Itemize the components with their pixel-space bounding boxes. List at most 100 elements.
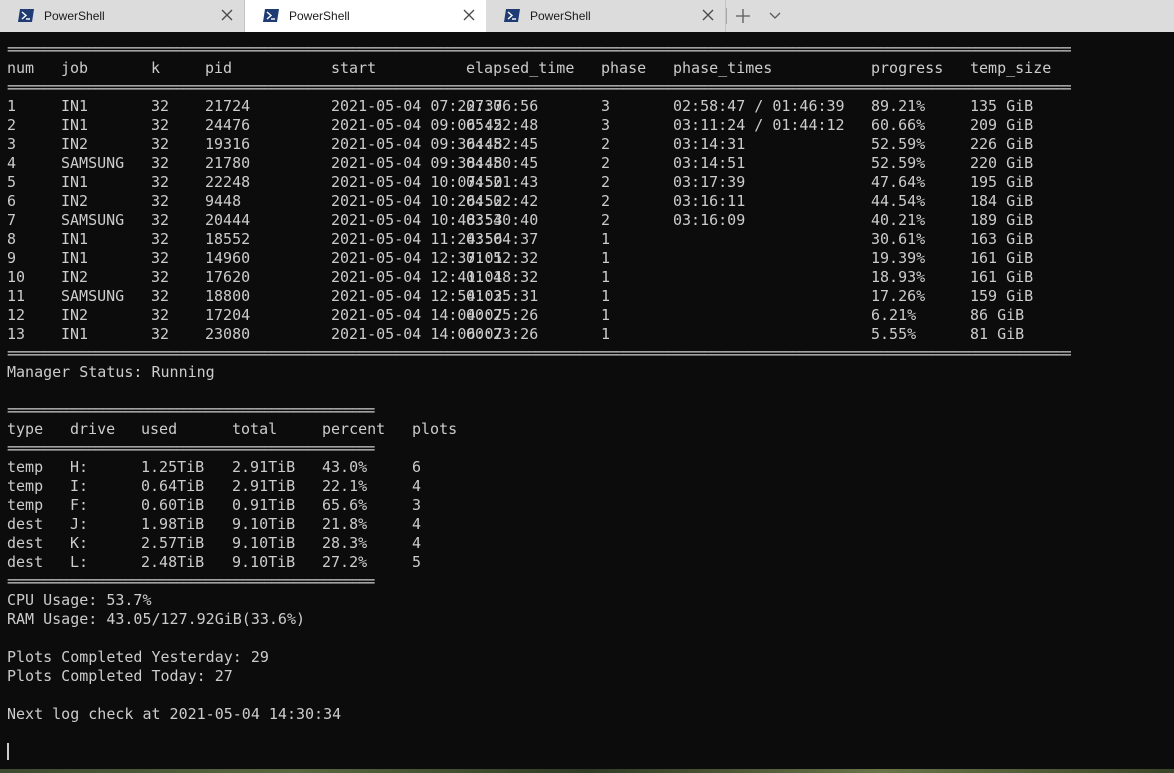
cell: temp	[7, 458, 44, 476]
cell: IN2	[61, 135, 89, 153]
cell: 32	[151, 306, 170, 324]
cell: 22.1%	[322, 477, 368, 495]
cell: 2.48TiB	[141, 553, 205, 571]
cell: 2.91TiB	[232, 477, 296, 495]
chevron-down-icon	[769, 12, 781, 19]
cell: 05:22:48	[466, 116, 539, 134]
cell: IN2	[61, 306, 89, 324]
cell: H:	[70, 458, 89, 476]
cell: 220 GiB	[970, 154, 1034, 172]
cell: SAMSUNG	[61, 154, 125, 172]
cell: IN2	[61, 192, 89, 210]
cell: 5	[7, 173, 17, 191]
cell: 2	[7, 116, 17, 134]
column-header: used	[141, 420, 178, 438]
close-icon[interactable]	[218, 6, 236, 24]
cell: 1.25TiB	[141, 458, 205, 476]
job-row: 4 SAMSUNG 32 21780 2021-05-04 09:38:48 04:50:…	[7, 154, 1174, 173]
cell: dest	[7, 515, 44, 533]
cell: 03:04:37	[466, 230, 539, 248]
terminal-output[interactable]: ========================================…	[7, 40, 1174, 769]
tab-powershell-1[interactable]: PowerShell	[0, 0, 245, 32]
cell: K:	[70, 534, 89, 552]
cell: 81 GiB	[970, 325, 1025, 343]
cell: 32	[151, 325, 170, 343]
cell: 9.10TiB	[232, 534, 296, 552]
cell: 00:23:26	[466, 325, 539, 343]
cell: 4	[412, 515, 422, 533]
close-icon[interactable]	[460, 6, 478, 24]
job-row: 12 IN2 32 17204 2021-05-04 14:04:07 00:25:26 1…	[7, 306, 1174, 325]
manager-status: Manager Status: Running	[7, 363, 215, 381]
cell: 17204	[205, 306, 251, 324]
cell: IN1	[61, 173, 89, 191]
cell: IN1	[61, 230, 89, 248]
cell: 44.54%	[871, 192, 926, 210]
cell: 03:17:39	[673, 173, 746, 191]
drive-row: temp H: 1.25TiB 2.91TiB 43.0% 6	[7, 458, 1174, 477]
cell: temp	[7, 496, 44, 514]
cell: 03:14:31	[673, 135, 746, 153]
job-row: 5 IN1 32 22248 2021-05-04 10:07:50 04:21:43 2 0…	[7, 173, 1174, 192]
tab-powershell-3[interactable]: PowerShell	[486, 0, 726, 32]
cell: 40.21%	[871, 211, 926, 229]
cell: 3	[7, 135, 17, 153]
job-row: 1 IN1 32 21724 2021-05-04 07:22:37 07:06:56 3 0…	[7, 97, 1174, 116]
text-cursor	[7, 743, 9, 760]
job-row: 11 SAMSUNG 32 18800 2021-05-04 12:54:02 01:35…	[7, 287, 1174, 306]
powershell-icon	[504, 9, 520, 22]
cell: 5	[412, 553, 422, 571]
drives-separator-mid: ========================================…	[7, 439, 375, 457]
close-icon[interactable]	[699, 6, 717, 24]
cell: 03:16:09	[673, 211, 746, 229]
cell: dest	[7, 553, 44, 571]
cell: F:	[70, 496, 89, 514]
tab-powershell-2[interactable]: PowerShell	[245, 0, 486, 32]
cell: 89.21%	[871, 97, 926, 115]
drive-row: temp F: 0.60TiB 0.91TiB 65.6% 3	[7, 496, 1174, 515]
cell: 60.66%	[871, 116, 926, 134]
drive-row: temp I: 0.64TiB 2.91TiB 22.1% 4	[7, 477, 1174, 496]
new-tab-button[interactable]	[727, 0, 759, 32]
cell: 3	[601, 97, 611, 115]
cell: 01:48:32	[466, 268, 539, 286]
column-header: elapsed_time	[466, 59, 575, 77]
column-header: temp_size	[970, 59, 1052, 77]
cell: 03:11:24 / 01:44:12	[673, 116, 845, 134]
drives-separator-bottom: ========================================…	[7, 572, 375, 590]
cell: 0.64TiB	[141, 477, 205, 495]
cell: 1	[601, 325, 611, 343]
cell: IN1	[61, 97, 89, 115]
column-header: drive	[70, 420, 116, 438]
cell: 32	[151, 268, 170, 286]
cell: 6.21%	[871, 306, 917, 324]
cell: SAMSUNG	[61, 211, 125, 229]
cell: IN2	[61, 268, 89, 286]
cell: 00:25:26	[466, 306, 539, 324]
tab-dropdown-button[interactable]	[759, 0, 791, 32]
cell: 14960	[205, 249, 251, 267]
cell: 04:21:43	[466, 173, 539, 191]
cell: 1	[7, 97, 17, 115]
cell: 03:16:11	[673, 192, 746, 210]
cell: 209 GiB	[970, 116, 1034, 134]
cell: 189 GiB	[970, 211, 1034, 229]
cell: IN1	[61, 249, 89, 267]
cell: 5.55%	[871, 325, 917, 343]
cell: temp	[7, 477, 44, 495]
cell: 161 GiB	[970, 268, 1034, 286]
cell: 32	[151, 173, 170, 191]
cell: 135 GiB	[970, 97, 1034, 115]
cell: 32	[151, 154, 170, 172]
cell: 27.2%	[322, 553, 368, 571]
cell: 47.64%	[871, 173, 926, 191]
job-row: 7 SAMSUNG 32 20444 2021-05-04 10:48:53 03:40:…	[7, 211, 1174, 230]
cell: 65.6%	[322, 496, 368, 514]
cell: 3	[412, 496, 422, 514]
powershell-icon	[18, 9, 34, 22]
cell: 9448	[205, 192, 242, 210]
column-header: k	[151, 59, 161, 77]
cell: 1	[601, 306, 611, 324]
cell: 1	[601, 287, 611, 305]
